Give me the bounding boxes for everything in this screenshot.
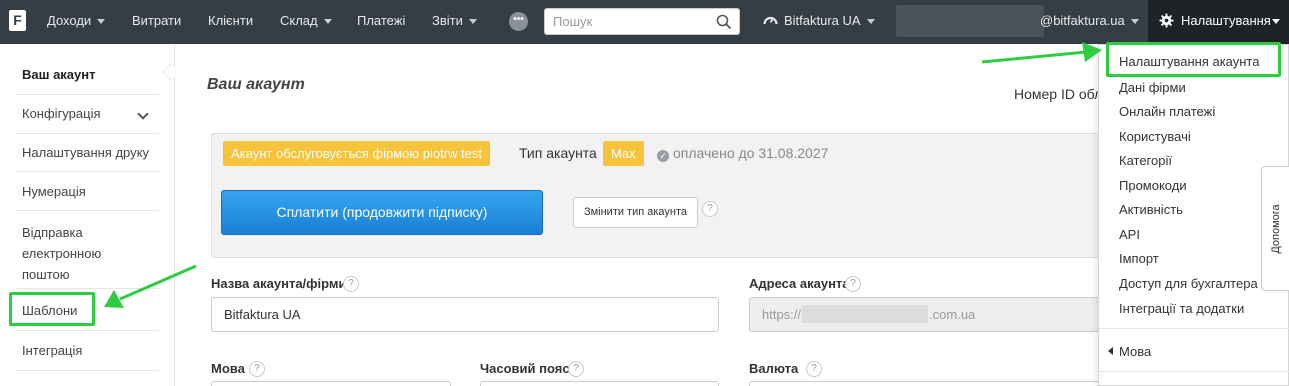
highlight-box bbox=[9, 292, 95, 326]
app-logo[interactable]: F bbox=[9, 10, 26, 31]
sidebar-item-numbering[interactable]: Нумерація bbox=[16, 172, 159, 211]
menu-item-api[interactable]: API bbox=[1119, 227, 1140, 242]
user-email: @bitfaktura.ua bbox=[1040, 13, 1125, 28]
chevron-down-icon bbox=[97, 19, 106, 25]
timezone-select[interactable] bbox=[480, 381, 719, 386]
search-box bbox=[544, 8, 740, 35]
nav-expenses[interactable]: Витрати bbox=[132, 0, 181, 44]
account-type-label: Тип акаунта bbox=[519, 145, 597, 161]
nav-expenses-label: Витрати bbox=[132, 13, 182, 28]
nav-income-label: Доходи bbox=[47, 13, 92, 28]
sidebar-item-integration[interactable]: Інтеграція bbox=[16, 331, 159, 371]
account-name-field[interactable]: Bitfaktura UA bbox=[211, 297, 719, 332]
currency-label: Валюта bbox=[749, 361, 799, 376]
help-question-icon[interactable]: ? bbox=[568, 361, 584, 377]
sidebar-item-email-sending[interactable]: Відправка електронною поштою bbox=[16, 211, 159, 289]
search-input[interactable] bbox=[553, 12, 713, 31]
sidebar-item-label: Відправка електронною поштою bbox=[22, 225, 102, 282]
menu-item-promo-codes[interactable]: Промокоди bbox=[1119, 178, 1187, 193]
nav-reports[interactable]: Звіти bbox=[432, 0, 477, 44]
menu-item-users[interactable]: Користувачі bbox=[1119, 129, 1191, 144]
user-menu[interactable]: @bitfaktura.ua bbox=[1040, 0, 1139, 44]
nav-clients-label: Клієнти bbox=[208, 13, 254, 28]
language-select[interactable] bbox=[211, 381, 451, 386]
redacted-subdomain bbox=[802, 305, 929, 323]
address-suffix: .com.ua bbox=[929, 307, 976, 322]
menu-item-import[interactable]: Імпорт bbox=[1119, 251, 1159, 266]
menu-item-company-data[interactable]: Дані фірми bbox=[1119, 80, 1186, 95]
paid-until-status: ✓ оплачено до 31.08.2027 bbox=[657, 141, 828, 166]
nav-warehouse-label: Склад bbox=[280, 13, 318, 28]
account-address-label: Адреса акаунта bbox=[749, 276, 850, 291]
nav-reports-label: Звіти bbox=[432, 13, 463, 28]
help-question-icon[interactable]: ? bbox=[702, 201, 718, 217]
menu-item-accountant-access[interactable]: Доступ для бухгалтера bbox=[1119, 276, 1258, 291]
account-id-label: Номер ID облікового запису bbox=[1014, 86, 1100, 102]
help-side-tab[interactable]: Допомога bbox=[1261, 166, 1289, 291]
pay-subscription-button[interactable]: Сплатити (продовжити підписку) bbox=[221, 190, 543, 235]
sidebar-item-configuration[interactable]: Конфігурація bbox=[16, 95, 159, 134]
language-label: Мова bbox=[211, 361, 245, 376]
sidebar-item-label: Нумерація bbox=[22, 184, 86, 199]
check-circle-icon: ✓ bbox=[657, 150, 669, 162]
help-question-icon[interactable]: ? bbox=[806, 361, 822, 377]
menu-item-activity[interactable]: Активність bbox=[1119, 202, 1183, 217]
chevron-down-icon bbox=[1130, 19, 1139, 25]
help-question-icon[interactable]: ? bbox=[343, 276, 359, 292]
served-by-badge: Акаунт обслуговується фірмою piotrw test bbox=[223, 141, 490, 166]
highlight-box bbox=[1106, 42, 1281, 77]
sidebar-item-label: Конфігурація bbox=[22, 106, 101, 121]
timezone-label: Часовий пояс bbox=[480, 361, 570, 376]
more-menu-button[interactable]: ••• bbox=[509, 12, 528, 31]
account-address-field: https:// .com.ua bbox=[749, 297, 1101, 332]
sidebar-item-print-settings[interactable]: Налаштування друку bbox=[16, 134, 159, 172]
change-account-type-button[interactable]: Змінити тип акаунта bbox=[573, 197, 698, 228]
company-switcher[interactable]: Bitfaktura UA bbox=[763, 0, 875, 44]
page-title: Ваш акаунт bbox=[207, 76, 305, 93]
chevron-down-icon bbox=[1272, 19, 1280, 24]
redacted-user-name bbox=[896, 5, 1044, 37]
nav-payments-label: Платежі bbox=[357, 13, 406, 28]
arrow-line bbox=[981, 50, 1087, 64]
menu-item-language[interactable]: Мова bbox=[1119, 344, 1151, 359]
currency-select[interactable] bbox=[749, 381, 1101, 386]
help-question-icon[interactable]: ? bbox=[249, 361, 265, 377]
nav-payments[interactable]: Платежі bbox=[357, 0, 405, 44]
help-question-icon[interactable]: ? bbox=[845, 276, 861, 292]
company-name: Bitfaktura UA bbox=[784, 13, 861, 28]
sidebar-item-label: Інтеграція bbox=[22, 343, 83, 358]
address-prefix: https:// bbox=[762, 307, 802, 322]
settings-menu-button[interactable]: Налаштування bbox=[1148, 0, 1289, 44]
gear-icon bbox=[1159, 13, 1174, 28]
menu-divider bbox=[1099, 371, 1289, 372]
account-name-label: Назва акаунта/фірми bbox=[211, 276, 347, 291]
dashboard-icon bbox=[763, 16, 778, 25]
chevron-down-icon bbox=[323, 19, 332, 25]
help-tab-label: Допомога bbox=[1269, 203, 1282, 254]
menu-item-categories[interactable]: Категорії bbox=[1119, 153, 1172, 168]
chevron-down-icon bbox=[137, 108, 149, 120]
sidebar-item-label: Ваш акаунт bbox=[22, 67, 96, 82]
nav-warehouse[interactable]: Склад bbox=[280, 0, 332, 44]
account-type-badge: Max bbox=[603, 141, 644, 166]
nav-clients[interactable]: Клієнти bbox=[208, 0, 253, 44]
sidebar-item-label: Налаштування друку bbox=[22, 145, 149, 160]
menu-item-online-payments[interactable]: Онлайн платежі bbox=[1119, 104, 1215, 119]
nav-income[interactable]: Доходи bbox=[47, 0, 106, 44]
menu-item-integrations[interactable]: Інтеграції та додатки bbox=[1119, 301, 1244, 316]
caret-left-icon bbox=[1108, 347, 1113, 355]
paid-until-text: оплачено до 31.08.2027 bbox=[673, 145, 829, 161]
chevron-down-icon bbox=[468, 19, 477, 25]
sidebar-item-your-account[interactable]: Ваш акаунт bbox=[16, 52, 159, 95]
menu-divider bbox=[1099, 328, 1289, 329]
chevron-down-icon bbox=[866, 19, 875, 25]
search-icon[interactable] bbox=[716, 14, 732, 30]
settings-label: Налаштування bbox=[1181, 13, 1271, 28]
top-navbar: F Доходи Витрати Клієнти Склад Платежі З… bbox=[0, 0, 1289, 44]
